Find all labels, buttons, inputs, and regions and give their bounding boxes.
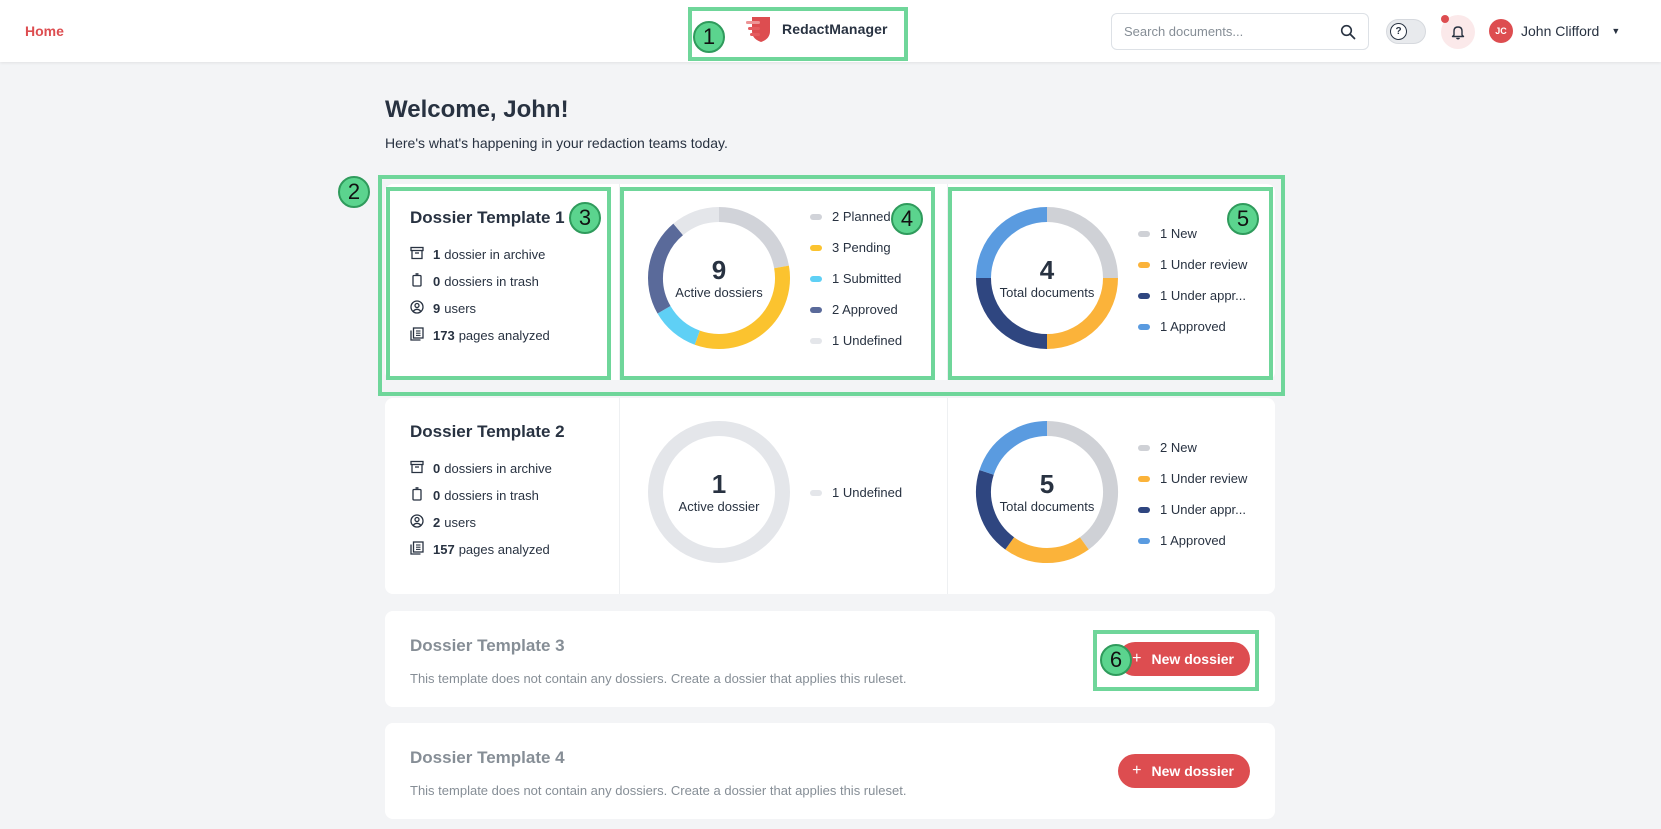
donut-total: 5 [1039, 469, 1055, 499]
highlight-box [620, 187, 935, 380]
legend-item[interactable]: 1 Under appr... [1138, 494, 1247, 525]
plus-icon: + [1132, 762, 1142, 779]
legend-label: 1 Approved [1160, 533, 1226, 548]
template-name: Dossier Template 2 [410, 422, 565, 441]
help-icon: ? [1390, 23, 1407, 40]
stat-label: pages analyzed [458, 542, 550, 557]
stat-row: 0 dossiers in trash [410, 482, 619, 509]
annotation-badge: 6 [1100, 644, 1132, 676]
legend-item[interactable]: 2 New [1138, 432, 1247, 463]
annotation-badge: 3 [569, 202, 601, 234]
help-glyph: ? [1395, 26, 1402, 37]
legend-label: 1 Undefined [832, 485, 903, 500]
stat-count: 2 [433, 515, 441, 530]
annotation-badge: 1 [693, 21, 725, 53]
search-icon[interactable] [1340, 24, 1356, 40]
annotation-badge: 2 [338, 176, 370, 208]
stat-label: dossiers in trash [444, 488, 539, 503]
legend-swatch [1138, 506, 1150, 513]
user-name: John Clifford [1521, 23, 1600, 39]
stat-row: 2 users [410, 509, 619, 536]
new-dossier-button[interactable]: + New dossier [1118, 754, 1250, 788]
user-menu[interactable]: JC John Clifford ▼ [1489, 19, 1620, 43]
stat-count: 0 [433, 461, 441, 476]
search-box[interactable] [1111, 13, 1369, 50]
home-link[interactable]: Home [25, 23, 64, 39]
annotation-badge: 5 [1227, 203, 1259, 235]
legend-swatch [1138, 444, 1150, 451]
page-title: Welcome, John! [385, 96, 569, 123]
legend-swatch [810, 489, 822, 496]
avatar: JC [1489, 19, 1513, 43]
page-subtitle: Here's what's happening in your redactio… [385, 135, 728, 151]
highlight-box [948, 187, 1273, 380]
legend-swatch [1138, 537, 1150, 544]
template-card-empty: Dossier Template 4 This template does no… [385, 723, 1275, 819]
stat-label: users [444, 515, 477, 530]
stat-count: 157 [433, 542, 455, 557]
help-mode-toggle[interactable]: ? [1386, 19, 1426, 44]
donut-label: Active dossier [678, 499, 760, 514]
pages-icon [410, 541, 433, 558]
template-summary: Dossier Template 2 0 dossiers in archive… [385, 398, 620, 594]
stat-label: dossiers in archive [444, 461, 552, 476]
template-name: Dossier Template 3 [410, 636, 565, 655]
trash-icon [410, 487, 433, 504]
notification-dot [1441, 15, 1449, 23]
legend-label: 1 Under appr... [1160, 502, 1246, 517]
donut-center: 1 Active dossier [645, 418, 793, 566]
stat-count: 0 [433, 488, 441, 503]
legend-item[interactable]: 1 Approved [1138, 525, 1247, 556]
new-dossier-label: New dossier [1151, 763, 1234, 779]
legend-item[interactable]: 1 Undefined [810, 477, 902, 508]
template-name: Dossier Template 4 [410, 748, 565, 767]
template-description: This template does not contain any dossi… [410, 783, 907, 798]
caret-down-icon: ▼ [1611, 26, 1621, 36]
user-icon [410, 514, 433, 531]
donut-center: 5 Total documents [973, 418, 1121, 566]
chart-legend: 2 New 1 Under review 1 Under appr... 1 Appr… [1138, 432, 1247, 556]
donut-label: Total documents [999, 499, 1095, 514]
legend-swatch [1138, 475, 1150, 482]
chart-legend: 1 Undefined [810, 477, 902, 508]
donut-total: 1 [711, 469, 727, 499]
dossiers-chart-panel: 1 Active dossier 1 Undefined [620, 398, 948, 594]
legend-item[interactable]: 1 Under review [1138, 463, 1247, 494]
stat-row: 0 dossiers in archive [410, 455, 619, 482]
documents-chart-panel: 5 Total documents 2 New 1 Under review 1 Un… [948, 398, 1275, 594]
archive-icon [410, 460, 433, 477]
legend-label: 2 New [1160, 440, 1197, 455]
bell-icon [1451, 26, 1465, 40]
template-description: This template does not contain any dossi… [410, 671, 907, 686]
legend-label: 1 Under review [1160, 471, 1248, 486]
stat-row: 157 pages analyzed [410, 536, 619, 563]
annotation-badge: 4 [891, 203, 923, 235]
template-card[interactable]: Dossier Template 2 0 dossiers in archive… [385, 398, 1275, 594]
search-input[interactable] [1124, 24, 1340, 39]
